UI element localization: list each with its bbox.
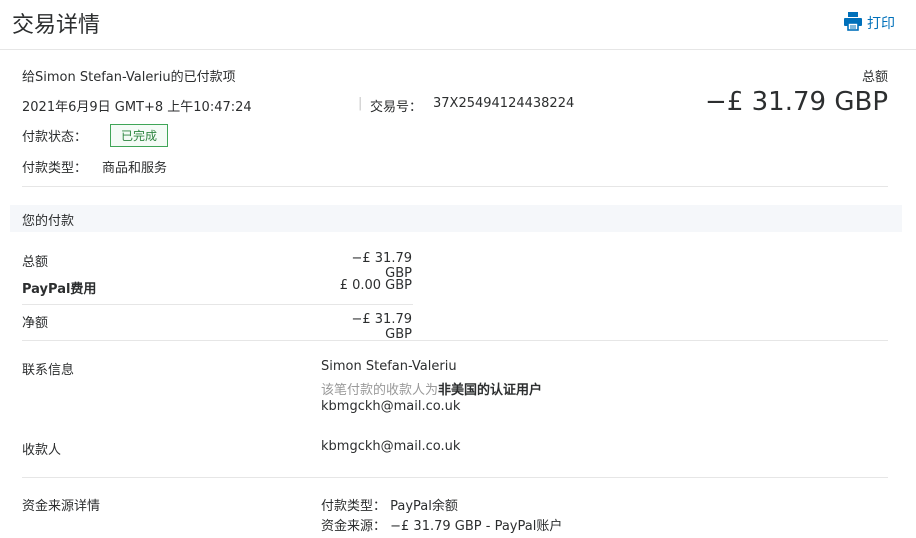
funding-label: 资金来源详情 (22, 499, 101, 514)
amount-row-value: −£ 31.79 GBP (351, 251, 412, 281)
payee-label: 收款人 (22, 443, 62, 458)
summary-title: 给Simon Stefan-Valeriu的已付款项 (22, 70, 236, 85)
payment-status-label: 付款状态： (22, 130, 88, 145)
header: 交易详情 打印 (0, 0, 916, 50)
printer-icon (843, 11, 867, 35)
contact-name: Simon Stefan-Valeriu (321, 359, 457, 374)
contact-email[interactable]: kbmgckh@mail.co.uk (321, 399, 460, 414)
divider (22, 304, 413, 305)
payment-type-label: 付款类型： (22, 161, 88, 176)
transaction-id-label: 交易号： (370, 100, 423, 115)
total-label: 总额 (861, 70, 888, 85)
fee-row-value: £ 0.00 GBP (339, 278, 412, 293)
section-header (10, 205, 902, 232)
print-button[interactable]: 打印 (843, 11, 895, 35)
contact-note-bold: 非美国的认证用户 (438, 383, 543, 398)
contact-note-prefix: 该笔付款的收款人为 (321, 383, 439, 398)
page-title: 交易详情 (12, 13, 101, 38)
total-amount: −£ 31.79 GBP (705, 87, 888, 117)
payment-type-value: 商品和服务 (102, 161, 168, 176)
section-title: 您的付款 (22, 214, 75, 229)
amount-row-label: 总额 (22, 255, 49, 270)
contact-note: 该笔付款的收款人为非美国的认证用户 (321, 379, 542, 398)
funding-source: 资金来源： −£ 31.79 GBP - PayPal账户 (321, 519, 563, 534)
net-row-value: −£ 31.79 GBP (351, 312, 412, 342)
payee-email[interactable]: kbmgckh@mail.co.uk (321, 439, 460, 454)
divider (22, 340, 888, 341)
divider (22, 186, 888, 187)
fee-row-label: PayPal费用 (22, 282, 97, 297)
status-badge: 已完成 (110, 124, 169, 147)
transaction-date: 2021年6月9日 GMT+8 上午10:47:24 (22, 100, 252, 115)
contact-label: 联系信息 (22, 363, 75, 378)
funding-type: 付款类型： PayPal余额 (321, 499, 458, 514)
divider (22, 477, 888, 478)
net-row-label: 净额 (22, 316, 49, 331)
separator: | (358, 96, 363, 111)
print-label[interactable]: 打印 (867, 13, 895, 33)
transaction-id: 37X25494124438224 (433, 96, 575, 111)
